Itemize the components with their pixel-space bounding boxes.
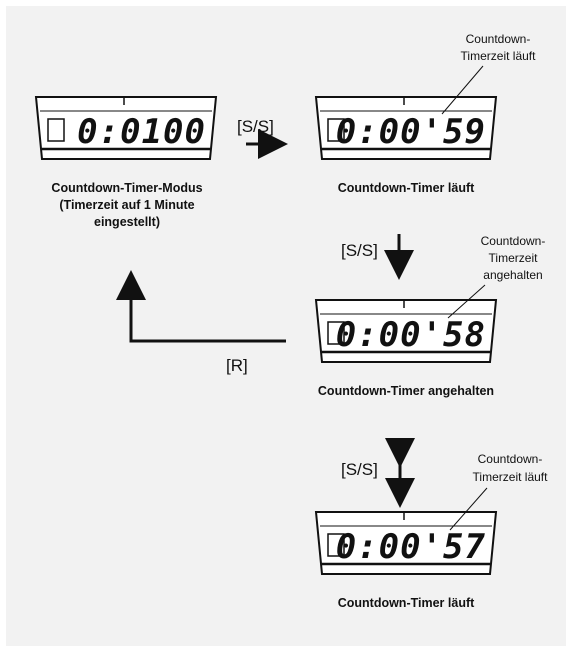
display-2-time: 0:00'59 xyxy=(336,112,486,152)
display-1-time: 0:0100 xyxy=(77,112,206,152)
lcd-display-4: 0:00'57 xyxy=(314,511,498,575)
lcd-display-2: 0:00'59 xyxy=(314,96,498,160)
display-3-time: 0:00'58 xyxy=(336,315,486,355)
diagram-stage: 0:0100 0:00'59 0:00'58 0:00'57 Countdown… xyxy=(0,0,572,652)
diagram-canvas: 0:0100 0:00'59 0:00'58 0:00'57 Countdown… xyxy=(34,32,549,610)
caption-running-1: Countdown-Timer läuft xyxy=(338,181,475,195)
label-ss-down: [S/S] xyxy=(341,241,378,260)
label-ss-updown: [S/S] xyxy=(341,460,378,479)
callout-1-line-2: Timerzeit läuft xyxy=(461,49,537,63)
lcd-display-3: 0:00'58 xyxy=(314,299,498,363)
caption-mode-line-1: Countdown-Timer-Modus xyxy=(51,181,202,195)
caption-running-2: Countdown-Timer läuft xyxy=(338,596,475,610)
callout-2-line-2: Timerzeit xyxy=(489,251,539,265)
display-4-time: 0:00'57 xyxy=(336,527,486,567)
callout-1-line-1: Countdown- xyxy=(466,32,531,46)
caption-stopped: Countdown-Timer angehalten xyxy=(318,384,494,398)
caption-mode-line-3: eingestellt) xyxy=(94,215,160,229)
callout-3-line-2: Timerzeit läuft xyxy=(473,470,549,484)
caption-mode-line-2: (Timerzeit auf 1 Minute xyxy=(59,198,194,212)
callout-2-line-3: angehalten xyxy=(483,268,542,282)
label-reset: [R] xyxy=(226,356,248,375)
label-ss-right: [S/S] xyxy=(237,117,274,136)
arrow-reset-icon xyxy=(116,270,286,343)
lcd-display-1: 0:0100 xyxy=(34,96,218,160)
callout-3-line-1: Countdown- xyxy=(478,452,543,466)
callout-2-line-1: Countdown- xyxy=(481,234,546,248)
